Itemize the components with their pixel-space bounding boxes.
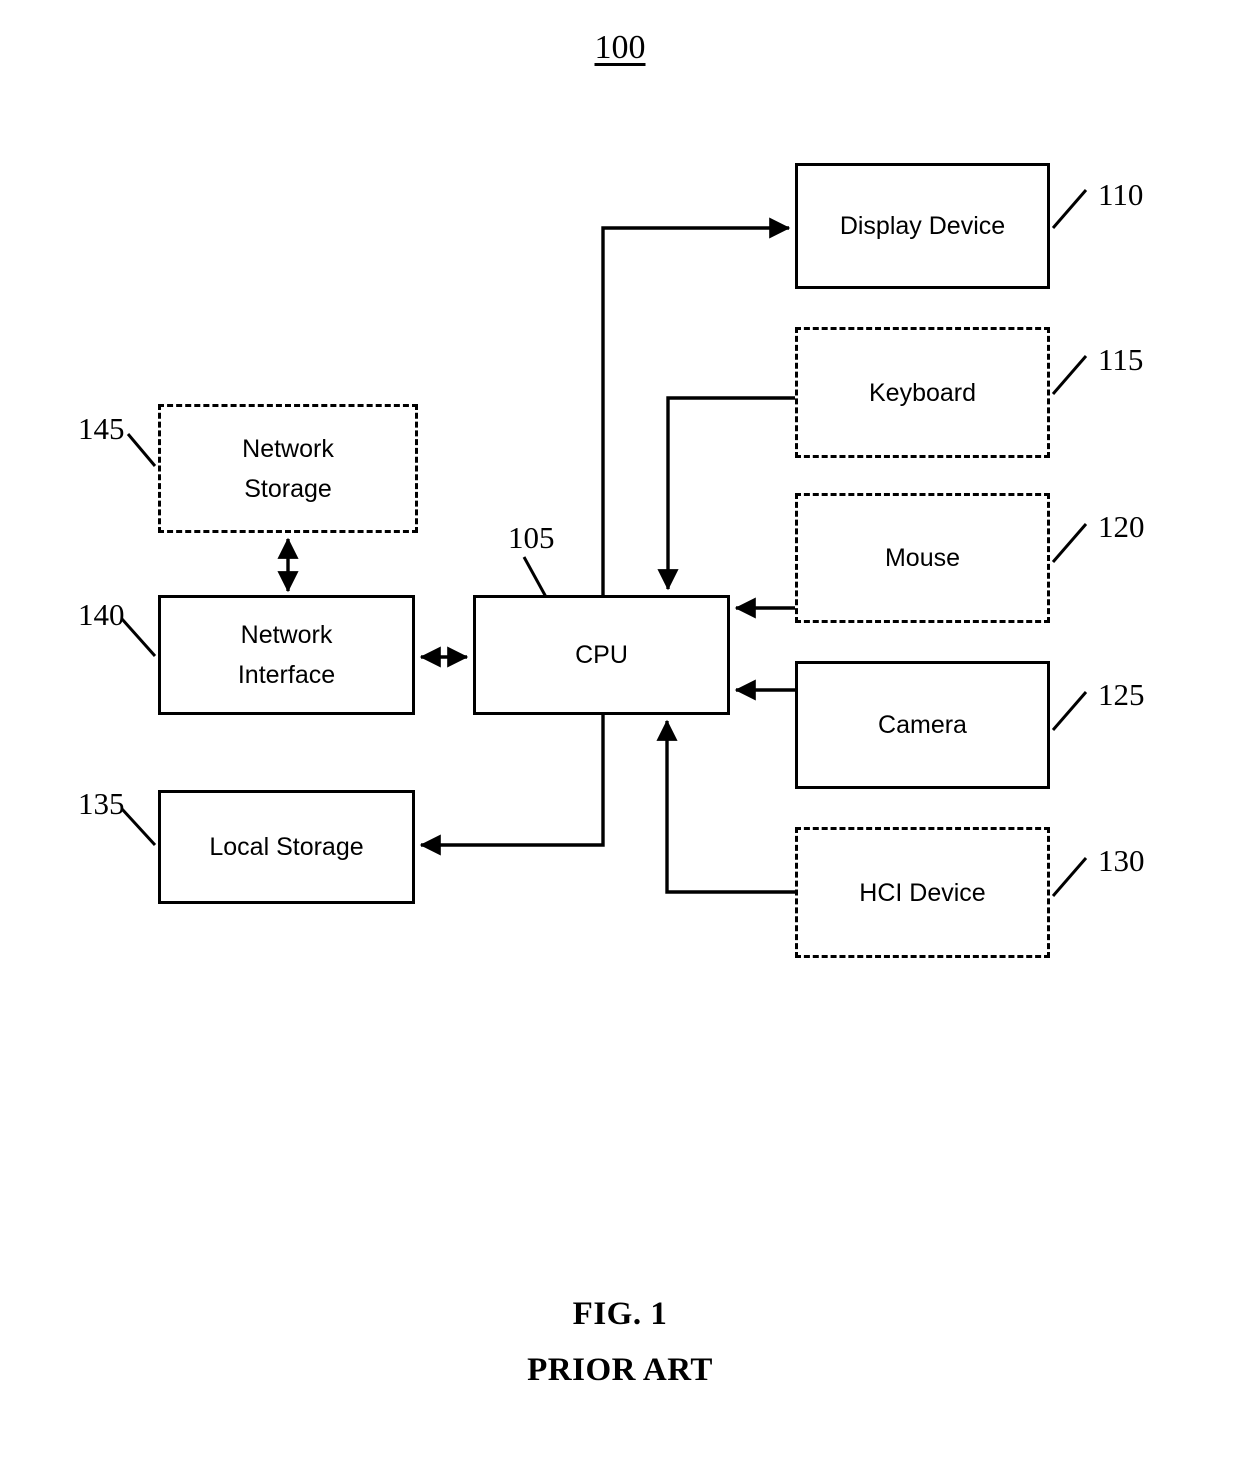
leader-line-105	[522, 556, 548, 598]
leader-line-110	[1051, 189, 1088, 229]
figure-page: 100 Display Device Keyboard Mouse Camera…	[0, 0, 1240, 1462]
leader-line-145	[126, 433, 157, 467]
reference-leader-lines	[120, 189, 1088, 897]
leader-line-125	[1051, 691, 1088, 731]
leader-line-120	[1051, 523, 1088, 563]
leader-line-115	[1051, 355, 1088, 395]
leader-line-140	[120, 618, 157, 657]
leader-line-130	[1051, 857, 1088, 897]
leader-line-135	[120, 807, 157, 847]
